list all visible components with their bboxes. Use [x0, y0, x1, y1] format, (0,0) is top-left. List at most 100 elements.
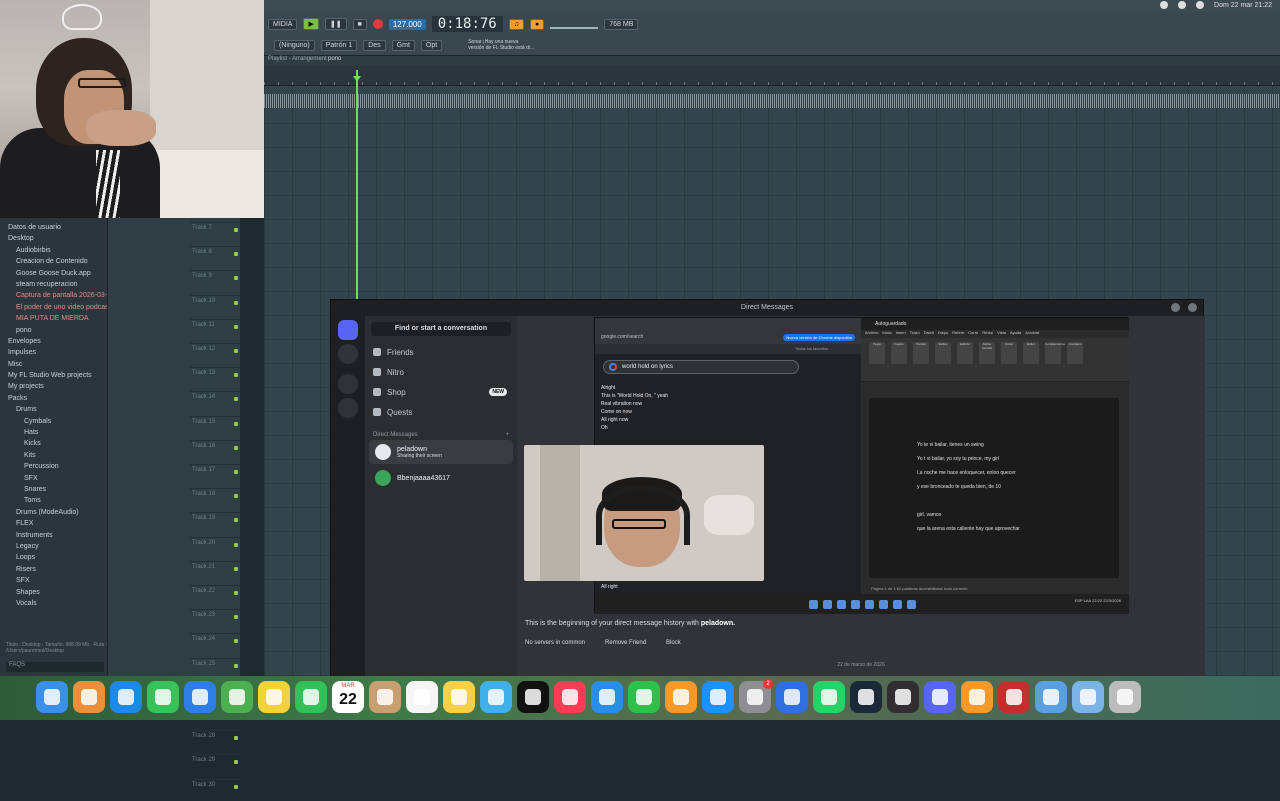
search-icon[interactable] [822, 599, 832, 609]
chrome-icon[interactable] [864, 599, 874, 609]
word-menu-item[interactable]: Ayuda [1010, 330, 1021, 338]
word-page[interactable]: Yo te vi bailar, tienes un swing Yo t vi … [869, 398, 1119, 578]
ribbon-button[interactable]: Pegar [869, 342, 885, 364]
browser-item[interactable]: My projects [4, 381, 107, 392]
downloads-icon[interactable] [1035, 681, 1067, 713]
help-icon[interactable] [1188, 303, 1197, 312]
browser-item[interactable]: My FL Studio Web projects [4, 370, 107, 381]
search-icon[interactable] [1196, 1, 1205, 9]
track-header[interactable]: Track 8 [190, 246, 240, 268]
server-icon[interactable] [338, 344, 358, 364]
track-header[interactable]: Track 17 [190, 464, 240, 486]
explorer-icon[interactable] [850, 599, 860, 609]
track-led[interactable] [234, 300, 238, 305]
ribbon-button[interactable]: Complementos [1045, 342, 1065, 364]
browser-item[interactable]: Packs [4, 393, 107, 404]
browser-item[interactable]: Toms [4, 495, 107, 506]
word-menu-item[interactable]: Insert [896, 330, 906, 338]
track-header[interactable]: Track 29 [190, 754, 240, 776]
track-led[interactable] [234, 445, 238, 450]
track-led[interactable] [234, 397, 238, 402]
dm-item[interactable]: peladown Sharing their screen [369, 440, 513, 464]
metronome-button[interactable]: ♫ [508, 18, 524, 30]
safari-icon[interactable] [110, 681, 142, 713]
ribbon-button[interactable]: Adobe Acrobat [979, 342, 995, 364]
track-header[interactable]: Track 9 [190, 270, 240, 292]
music-icon[interactable] [554, 681, 586, 713]
timeline-ruler[interactable] [264, 66, 1280, 86]
browser-item[interactable]: Drums (ModeAudio) [4, 507, 107, 518]
obs-icon[interactable] [887, 681, 919, 713]
track-led[interactable] [234, 591, 238, 595]
start-icon[interactable] [808, 599, 818, 609]
control-center-icon[interactable] [1160, 1, 1169, 9]
dm-item[interactable]: Bbenjaaaa43617 [369, 466, 513, 490]
browser-item[interactable]: Kicks [4, 438, 107, 449]
spotify-icon[interactable] [892, 599, 902, 609]
browser-item[interactable]: Snares [4, 484, 107, 495]
ribbon-button[interactable]: Dictar [1001, 342, 1017, 364]
word-menu-item[interactable]: Dispo [938, 330, 948, 338]
browser-item[interactable]: FLEX [4, 518, 107, 529]
photos-icon[interactable] [258, 681, 290, 713]
word-menu-item[interactable]: Archivo [865, 330, 878, 338]
discord-home-icon[interactable] [338, 320, 358, 340]
browser-item[interactable]: El poder de uno video podcast [4, 302, 107, 313]
track-header[interactable]: Track 23 [190, 609, 240, 631]
track-header[interactable]: Track 12 [190, 343, 240, 365]
browser-item[interactable]: Creacion de Contenido [4, 256, 107, 267]
edge-icon[interactable] [836, 599, 846, 609]
audio-clip[interactable] [264, 94, 1280, 108]
steam-icon[interactable] [850, 681, 882, 713]
browser-item[interactable]: Envelopes [4, 336, 107, 347]
track-header[interactable]: Track 19 [190, 512, 240, 534]
messages-icon[interactable] [147, 681, 179, 713]
track-led[interactable] [234, 252, 238, 257]
browser-item[interactable]: Audiobirbis [4, 245, 107, 256]
track-header[interactable]: Track 10 [190, 294, 240, 317]
discord-icon[interactable] [924, 681, 956, 713]
browser-item[interactable]: Drums [4, 404, 107, 415]
track-led[interactable] [234, 663, 238, 668]
track-led[interactable] [234, 542, 238, 547]
search-conversation-button[interactable]: Find or start a conversation [371, 322, 511, 336]
chrome-tabs[interactable] [595, 318, 861, 330]
notes-icon[interactable] [443, 681, 475, 713]
nav-nitro[interactable]: Nitro [365, 362, 517, 382]
track-header[interactable]: Track 15 [190, 415, 240, 438]
nav-quests[interactable]: Quests [365, 402, 517, 422]
pattern-song-toggle[interactable]: ▶ [303, 18, 319, 30]
browser-item[interactable]: Cymbals [4, 416, 107, 427]
track-header[interactable]: Track 28 [190, 730, 240, 752]
bluetooth-icon[interactable] [776, 681, 808, 713]
track-led[interactable] [234, 566, 238, 571]
wifi-icon[interactable] [1178, 1, 1187, 9]
browser-item[interactable]: Shapes [4, 587, 107, 598]
track-led[interactable] [234, 373, 238, 378]
browser-item[interactable]: SFX [4, 473, 107, 484]
tempo-display[interactable]: 127.000 [388, 18, 426, 30]
browser-item[interactable]: Risers [4, 564, 107, 575]
word-menu-item[interactable]: Trazo [910, 330, 920, 338]
add-dm-icon[interactable]: + [505, 432, 509, 438]
track-led[interactable] [234, 736, 238, 741]
track-led[interactable] [234, 784, 238, 789]
browser-item[interactable]: Desktop [4, 233, 107, 244]
block-button[interactable]: Block [666, 640, 681, 646]
track-led[interactable] [234, 494, 238, 499]
add-server-icon[interactable] [338, 374, 358, 394]
address-bar[interactable]: google.com/search Nueva versión de Chrom… [595, 330, 861, 344]
chrome-update-button[interactable]: Nueva versión de Chrome disponible [783, 333, 855, 341]
track-header[interactable]: Track 20 [190, 536, 240, 559]
word-menu-item[interactable]: Revisi [982, 330, 993, 338]
facetime-icon[interactable] [295, 681, 327, 713]
track-header[interactable]: Track 13 [190, 367, 240, 389]
ribbon-button[interactable]: Edición [957, 342, 973, 364]
toolbar-btn-1[interactable]: Des [363, 39, 386, 51]
track-led[interactable] [234, 421, 238, 426]
browser-item[interactable]: Misc [4, 359, 107, 370]
settings-icon[interactable]: 2 [739, 679, 773, 713]
browser-item[interactable]: pono [4, 325, 107, 336]
browser-item[interactable]: Kits [4, 450, 107, 461]
track-led[interactable] [234, 470, 238, 474]
